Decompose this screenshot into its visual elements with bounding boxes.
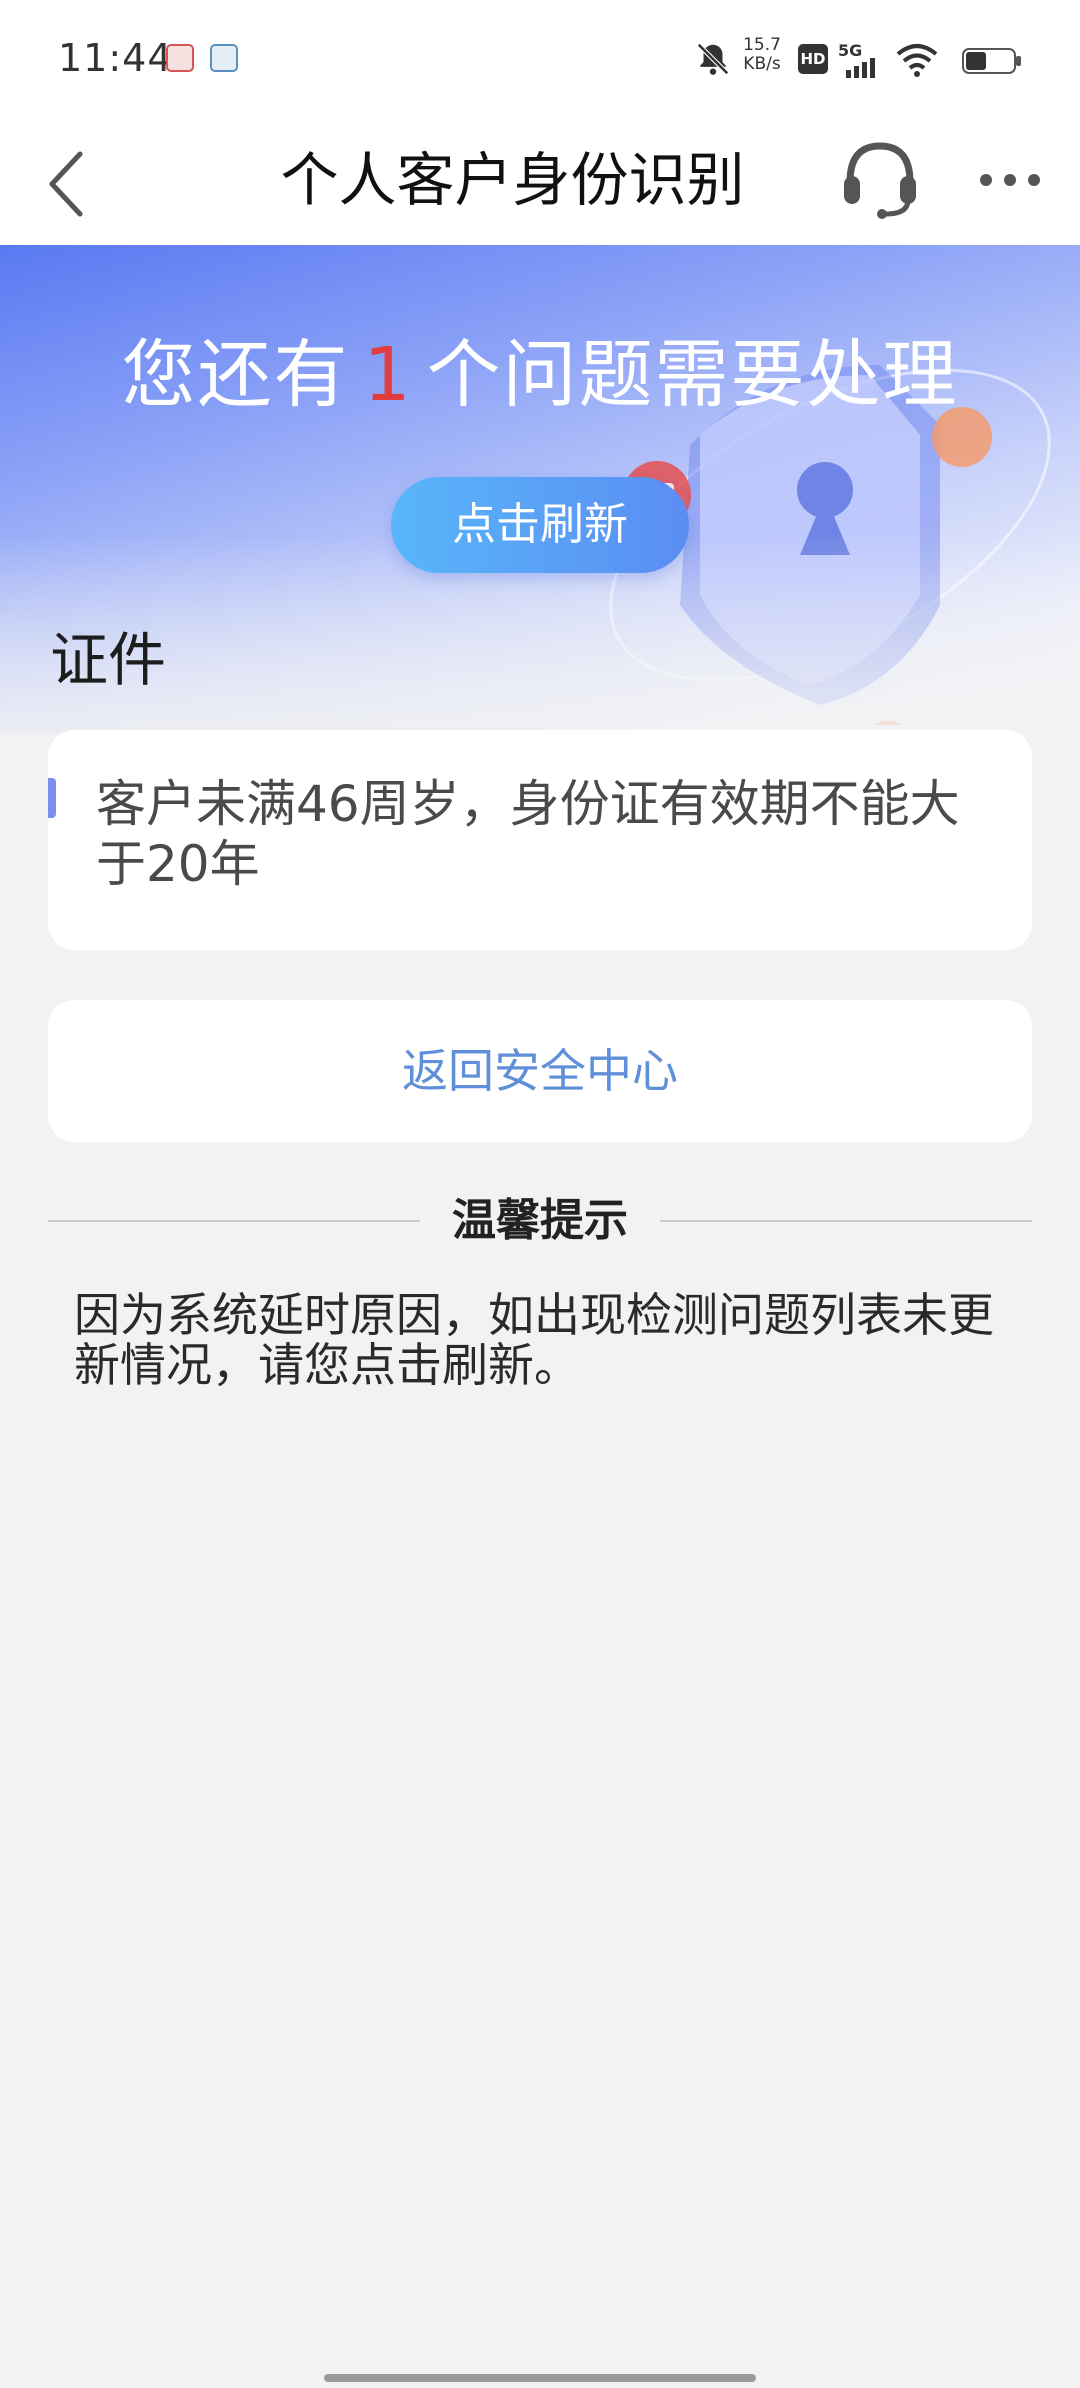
hd-badge: HD (798, 44, 828, 74)
section-title: 证件 (50, 626, 167, 694)
issue-card[interactable]: 客户未满46周岁，身份证有效期不能大于20年 (48, 730, 1032, 950)
issue-summary-suffix: 个问题需要处理 (426, 332, 959, 418)
more-button[interactable] (976, 150, 1046, 210)
issue-text: 客户未满46周岁，身份证有效期不能大于20年 (96, 775, 960, 893)
signal-icon: 5G (838, 41, 875, 78)
headset-icon (844, 142, 916, 219)
issue-summary: 您还有 1 个问题需要处理 (0, 327, 1080, 423)
issue-count: 1 (363, 332, 413, 418)
home-indicator[interactable] (324, 2374, 756, 2382)
network-type-label: 5G (838, 41, 862, 60)
bell-off-icon (697, 43, 729, 75)
customer-service-button[interactable] (838, 134, 922, 224)
tip-text: 因为系统延时原因，如出现检测问题列表未更新情况，请您点击刷新。 (74, 1288, 994, 1392)
network-speed: 15.7 KB/s (740, 36, 784, 74)
network-speed-value: 15.7 (743, 35, 781, 55)
status-time: 11:44 (58, 36, 173, 80)
more-icon (980, 174, 1040, 186)
issue-summary-prefix: 您还有 (121, 332, 350, 418)
return-security-center-button[interactable]: 返回安全中心 (48, 1000, 1032, 1142)
refresh-button[interactable]: 点击刷新 (391, 477, 689, 573)
status-indicators: 15.7 KB/s HD 5G (622, 36, 1022, 84)
wifi-icon (896, 44, 938, 77)
tip-title: 温馨提示 (420, 1190, 660, 1252)
network-speed-unit: KB/s (743, 54, 781, 74)
notification-app-icon (166, 44, 194, 72)
battery-icon (962, 48, 1021, 74)
nav-bar: 个人客户身份识别 (0, 120, 1080, 245)
notification-app-icon (210, 44, 238, 72)
status-bar: 11:44 15.7 KB/s HD 5G (0, 0, 1080, 120)
issue-marker (48, 778, 56, 818)
